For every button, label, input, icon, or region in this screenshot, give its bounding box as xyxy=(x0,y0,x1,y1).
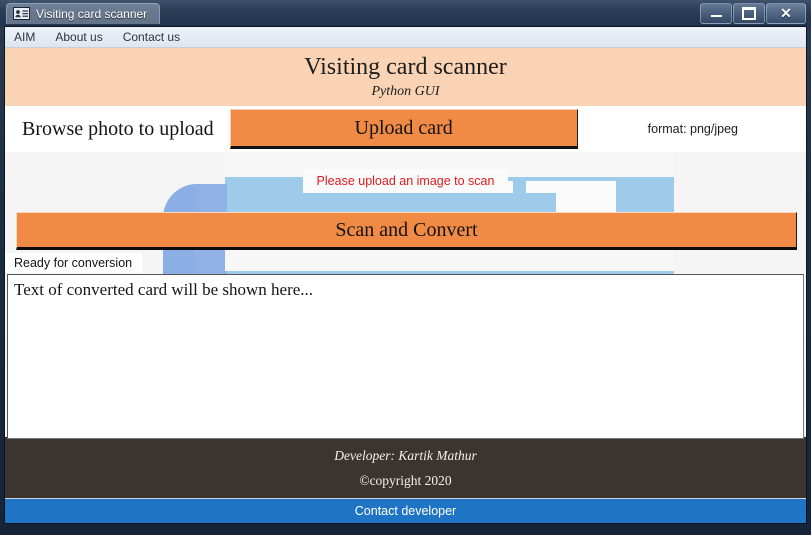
footer-copyright: ©copyright 2020 xyxy=(359,472,452,488)
contact-card-icon xyxy=(13,7,30,20)
maximize-button[interactable] xyxy=(733,2,765,24)
desktop-background: Visiting card scanner ✕ AIM About us Con… xyxy=(0,0,811,535)
upload-card-button[interactable]: Upload card xyxy=(229,109,578,149)
menu-bar: AIM About us Contact us xyxy=(5,27,806,48)
close-button[interactable]: ✕ xyxy=(766,2,806,24)
page-title: Visiting card scanner xyxy=(304,54,507,81)
menu-item-about-us[interactable]: About us xyxy=(45,27,112,47)
window-controls: ✕ xyxy=(699,2,806,24)
preview-row: Please upload an image to scan xyxy=(5,152,806,210)
window-title-text: Visiting card scanner xyxy=(36,6,148,21)
converted-text-output[interactable]: Text of converted card will be shown her… xyxy=(7,274,804,439)
page-subtitle: Python GUI xyxy=(371,83,440,99)
scan-row: Scan and Convert xyxy=(5,210,806,252)
status-row: Ready for conversion xyxy=(5,252,806,274)
minimize-button[interactable] xyxy=(700,2,732,24)
maximize-icon xyxy=(742,6,756,20)
contact-developer-button[interactable]: Contact developer xyxy=(5,498,806,523)
format-hint-label: format: png/jpeg xyxy=(647,122,738,136)
converted-text-placeholder: Text of converted card will be shown her… xyxy=(14,280,314,299)
menu-item-aim[interactable]: AIM xyxy=(5,27,45,47)
app-footer: Developer: Kartik Mathur ©copyright 2020… xyxy=(5,437,806,523)
window-title-chip: Visiting card scanner xyxy=(6,2,161,24)
window-titlebar[interactable]: Visiting card scanner ✕ xyxy=(0,0,811,26)
app-client-area: AIM About us Contact us Visiting card sc… xyxy=(4,26,807,524)
close-icon: ✕ xyxy=(780,5,792,21)
footer-developer: Developer: Kartik Mathur xyxy=(334,448,477,463)
browse-label: Browse photo to upload xyxy=(22,117,214,140)
menu-item-contact-us[interactable]: Contact us xyxy=(113,27,190,47)
scan-and-convert-button[interactable]: Scan and Convert xyxy=(16,212,797,250)
upload-prompt-message: Please upload an image to scan xyxy=(302,169,509,193)
status-text: Ready for conversion xyxy=(5,253,143,273)
minimize-icon xyxy=(710,15,722,17)
upload-row: Browse photo to upload Upload card forma… xyxy=(5,106,806,152)
app-banner: Visiting card scanner Python GUI xyxy=(5,48,806,106)
